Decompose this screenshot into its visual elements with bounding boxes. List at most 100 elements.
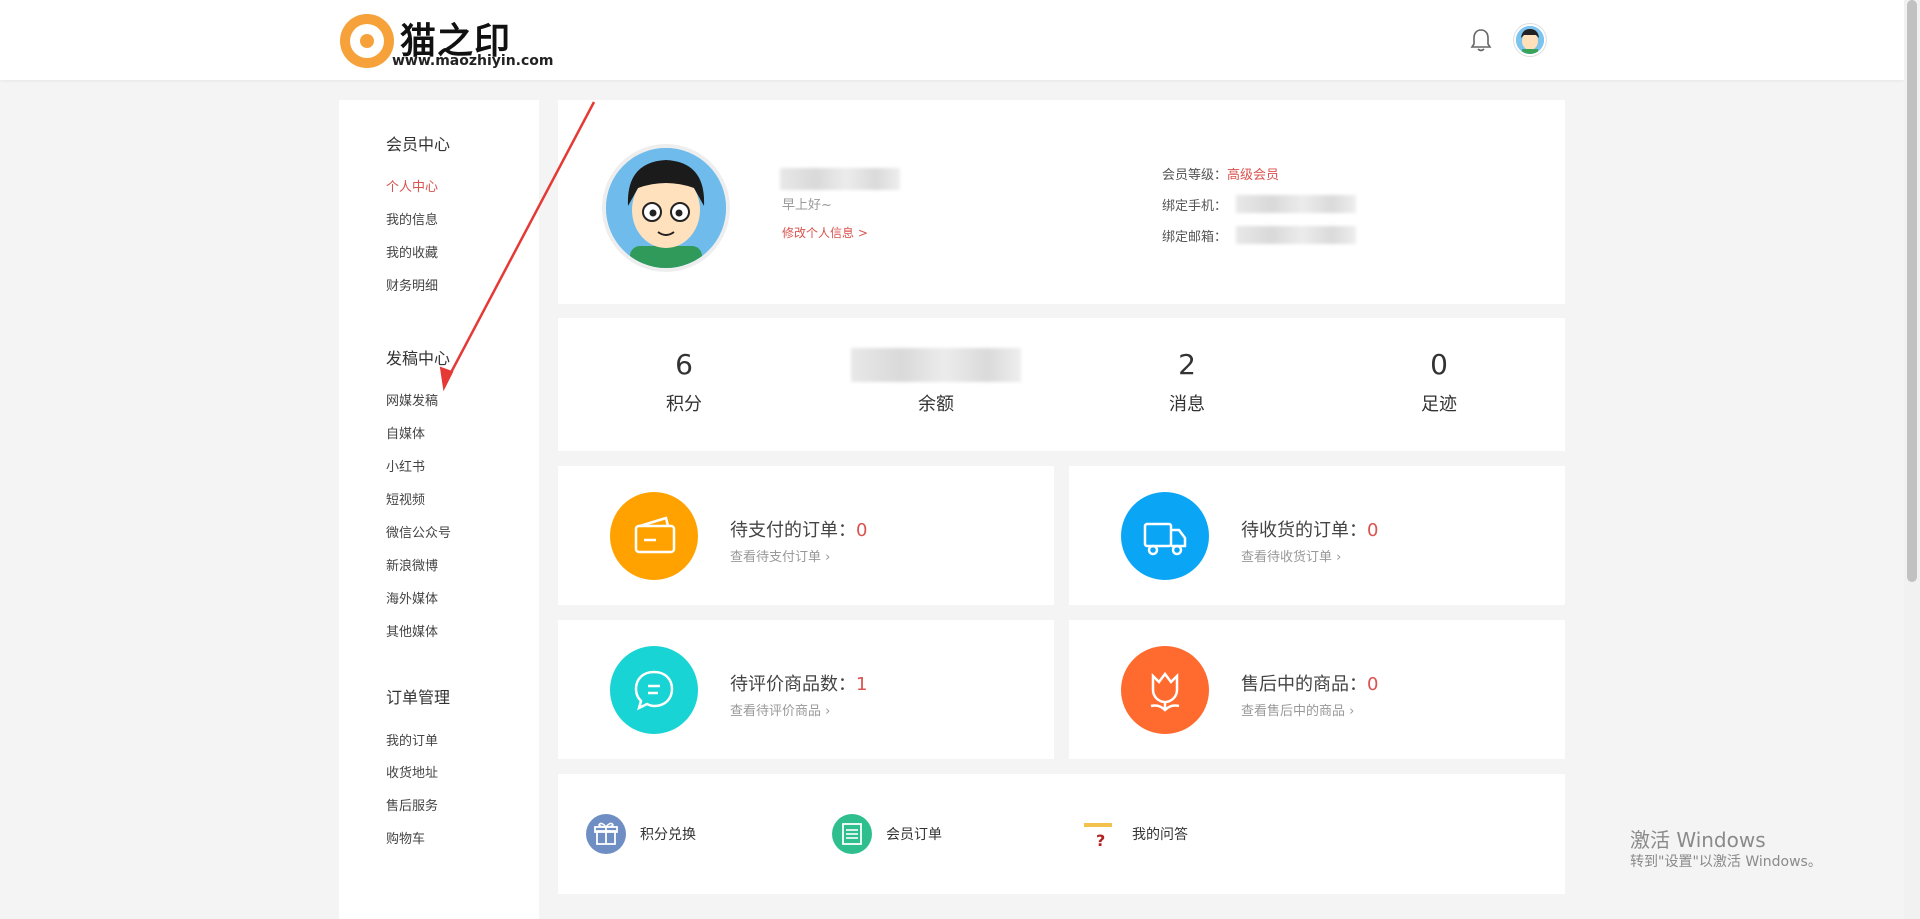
member-level-label: 会员等级： — [1162, 168, 1228, 183]
after-sales-link-text: 查看售后中的商品 — [1241, 704, 1346, 719]
sidebar-item-address[interactable]: 收货地址 — [386, 762, 438, 781]
order-card-pending-payment[interactable]: 待支付的订单：0 查看待支付订单 › — [558, 466, 1054, 605]
stat-points[interactable]: 6 积分 — [584, 348, 784, 416]
order-card-pending-receipt[interactable]: 待收货的订单：0 查看待收货订单 › — [1069, 466, 1565, 605]
sidebar-item-overseas[interactable]: 海外媒体 — [386, 588, 438, 607]
my-qa-label: 我的问答 — [1132, 827, 1188, 843]
pending-payment-link-text: 查看待支付订单 — [730, 550, 822, 565]
pending-review-label: 待评价商品数： — [730, 674, 856, 695]
user-avatar[interactable] — [1514, 24, 1546, 56]
gift-icon — [586, 814, 626, 854]
chevron-right-icon: › — [1336, 550, 1342, 565]
sidebar-item-favorites[interactable]: 我的收藏 — [386, 242, 438, 261]
site-logo[interactable]: 猫之印 www.maozhiyin.com — [340, 12, 554, 70]
pending-receipt-link[interactable]: 查看待收货订单 › — [1241, 546, 1341, 565]
points-exchange-label: 积分兑换 — [640, 827, 696, 843]
bound-email-label: 绑定邮箱： — [1162, 230, 1228, 245]
member-level-value: 高级会员 — [1227, 168, 1280, 183]
edit-profile-link[interactable]: 修改个人信息 > — [782, 224, 868, 241]
pending-receipt-label: 待收货的订单： — [1241, 520, 1367, 541]
stat-balance-label: 余额 — [918, 394, 954, 415]
sidebar-item-short-video[interactable]: 短视频 — [386, 489, 425, 508]
sidebar-item-my-info[interactable]: 我的信息 — [386, 209, 438, 228]
windows-activation-hint: 转到"设置"以激活 Windows。 — [1630, 854, 1822, 870]
sidebar-item-self-media[interactable]: 自媒体 — [386, 423, 425, 442]
greeting-text: 早上好~ — [782, 198, 832, 213]
bound-phone-label: 绑定手机： — [1162, 199, 1228, 214]
bound-email-redacted — [1236, 226, 1356, 244]
after-sales-count: 0 — [1367, 674, 1379, 695]
pending-review-count: 1 — [856, 674, 868, 695]
sidebar-item-personal-center[interactable]: 个人中心 — [386, 176, 438, 195]
order-card-pending-review[interactable]: 待评价商品数：1 查看待评价商品 › — [558, 620, 1054, 759]
stat-footprints[interactable]: 0 足迹 — [1339, 348, 1539, 416]
avatar-icon — [606, 148, 726, 268]
stat-footprints-label: 足迹 — [1421, 394, 1457, 415]
sidebar-section-orders: 订单管理 — [386, 688, 451, 707]
windows-activation-title: 激活 Windows — [1630, 828, 1766, 852]
tulip-icon — [1121, 646, 1209, 734]
bell-icon[interactable] — [1470, 28, 1492, 52]
member-orders-label: 会员订单 — [886, 827, 942, 843]
question-icon: ? — [1078, 814, 1118, 854]
sidebar-section-publish: 发稿中心 — [386, 349, 451, 368]
logo-url: www.maozhiyin.com — [392, 53, 554, 69]
sidebar-section-member: 会员中心 — [386, 135, 451, 154]
pending-receipt-link-text: 查看待收货订单 — [1241, 550, 1333, 565]
bound-phone-row: 绑定手机： — [1162, 195, 1227, 214]
sidebar-item-after-sales[interactable]: 售后服务 — [386, 795, 438, 814]
sidebar: 会员中心 个人中心 我的信息 我的收藏 财务明细 发稿中心 网媒发稿 自媒体 小… — [339, 100, 539, 919]
balance-redacted — [851, 348, 1021, 382]
sidebar-item-finance[interactable]: 财务明细 — [386, 275, 438, 294]
avatar-icon — [1516, 26, 1544, 54]
stat-messages[interactable]: 2 消息 — [1087, 348, 1287, 416]
pending-receipt-count: 0 — [1367, 520, 1379, 541]
stat-messages-label: 消息 — [1169, 394, 1205, 415]
pending-payment-label: 待支付的订单： — [730, 520, 856, 541]
after-sales-title: 售后中的商品：0 — [1241, 670, 1378, 696]
pending-payment-title: 待支付的订单：0 — [730, 516, 867, 542]
list-icon — [832, 814, 872, 854]
scrollbar-thumb[interactable] — [1907, 0, 1917, 582]
sidebar-item-web-media[interactable]: 网媒发稿 — [386, 390, 438, 409]
page-scrollbar[interactable] — [1904, 0, 1920, 919]
after-sales-label: 售后中的商品： — [1241, 674, 1367, 695]
quick-link-member-orders[interactable]: 会员订单 — [832, 812, 972, 856]
quick-link-my-qa[interactable]: ? 我的问答 — [1078, 812, 1218, 856]
profile-avatar[interactable] — [602, 144, 730, 272]
sidebar-item-my-orders[interactable]: 我的订单 — [386, 730, 438, 749]
stats-card: 6 积分 余额 2 消息 0 足迹 — [558, 318, 1565, 451]
bound-email-row: 绑定邮箱： — [1162, 226, 1227, 245]
stat-balance[interactable]: 余额 — [836, 348, 1036, 416]
username-redacted — [780, 168, 900, 190]
chevron-right-icon: › — [825, 704, 831, 719]
pending-payment-count: 0 — [856, 520, 868, 541]
stat-messages-value: 2 — [1178, 348, 1196, 381]
svg-text:?: ? — [1096, 831, 1105, 850]
pending-review-link[interactable]: 查看待评价商品 › — [730, 700, 830, 719]
sidebar-item-xiaohongshu[interactable]: 小红书 — [386, 456, 425, 475]
stat-footprints-value: 0 — [1430, 348, 1448, 381]
sidebar-item-wechat[interactable]: 微信公众号 — [386, 522, 451, 541]
sidebar-item-other-media[interactable]: 其他媒体 — [386, 621, 438, 640]
quick-link-points-exchange[interactable]: 积分兑换 — [586, 812, 726, 856]
top-header: 猫之印 www.maozhiyin.com — [0, 0, 1904, 80]
pending-review-title: 待评价商品数：1 — [730, 670, 867, 696]
order-card-after-sales[interactable]: 售后中的商品：0 查看售后中的商品 › — [1069, 620, 1565, 759]
quick-links-card: 积分兑换 会员订单 ? 我的问答 — [558, 774, 1565, 894]
pending-payment-link[interactable]: 查看待支付订单 › — [730, 546, 830, 565]
stat-points-label: 积分 — [666, 394, 702, 415]
bound-phone-redacted — [1236, 195, 1356, 213]
chat-bubble-icon — [610, 646, 698, 734]
profile-card: 早上好~ 修改个人信息 > 会员等级：高级会员 绑定手机： 绑定邮箱： — [558, 100, 1565, 304]
sidebar-item-weibo[interactable]: 新浪微博 — [386, 555, 438, 574]
chevron-right-icon: › — [1349, 704, 1355, 719]
sidebar-item-cart[interactable]: 购物车 — [386, 828, 425, 847]
pending-receipt-title: 待收货的订单：0 — [1241, 516, 1378, 542]
member-level-row: 会员等级：高级会员 — [1162, 164, 1279, 183]
after-sales-link[interactable]: 查看售后中的商品 › — [1241, 700, 1354, 719]
chevron-right-icon: › — [825, 550, 831, 565]
stat-points-value: 6 — [675, 348, 693, 381]
pending-review-link-text: 查看待评价商品 — [730, 704, 822, 719]
cat-paw-logo-icon — [340, 14, 394, 68]
